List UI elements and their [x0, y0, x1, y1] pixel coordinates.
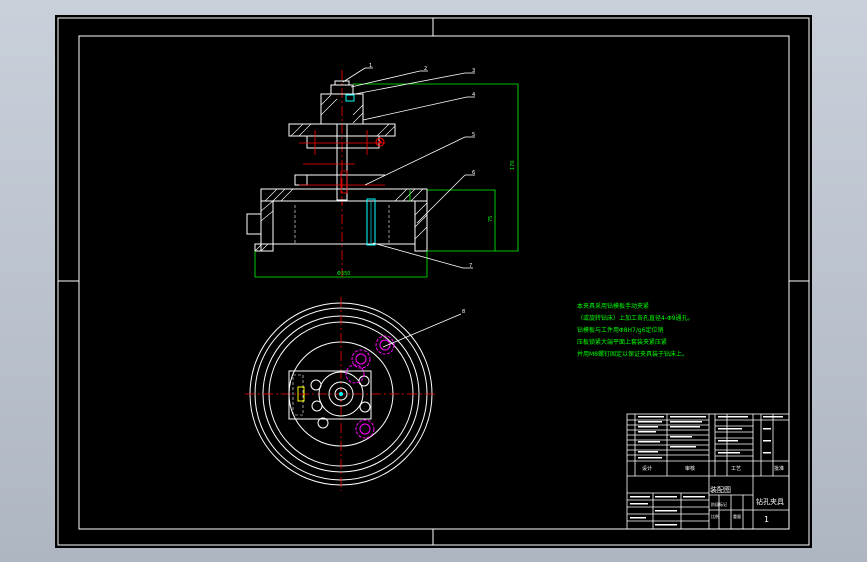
role-design: 设计 — [642, 465, 652, 472]
note-4: 压板锁紧大端平面上套装夹紧压紧 — [577, 338, 667, 346]
leader-8 — [382, 313, 462, 348]
title-block-text: 装配图 钻孔夹具 1 设计 审核 工艺 批准 阶段标记 比例 重量 — [642, 465, 784, 524]
centering-marks — [58, 18, 809, 545]
bushing-insert — [345, 94, 355, 102]
top-view — [245, 297, 462, 491]
screw-center — [378, 140, 382, 144]
plate-hatch — [290, 123, 396, 137]
front-section-view: 170 75 Φ350 1 2 3 4 5 6 7 8 — [246, 63, 519, 315]
note-5: 并用M8螺钉固定以保证夹具装于钻床上。 — [577, 350, 688, 358]
role-review: 审核 — [685, 465, 695, 472]
dimension-lines — [254, 83, 519, 278]
balloon-8: 8 — [462, 309, 465, 315]
note-1: 本夹具采用钻模板手动夹紧 — [577, 302, 649, 310]
note-2: （或旋转钻床）上加工各孔直径4-Φ9通孔。 — [577, 314, 694, 322]
dim-height-total: 170 — [510, 160, 516, 170]
scale-label: 比例 — [711, 513, 719, 519]
balloon-4: 4 — [472, 92, 475, 98]
role-approve: 批准 — [774, 465, 784, 472]
cad-viewport[interactable]: 170 75 Φ350 1 2 3 4 5 6 7 8 本夹具采用钻模板手动夹紧… — [55, 15, 812, 548]
outer-border — [57, 17, 810, 546]
balloon-7: 7 — [469, 263, 472, 269]
assembly-drawing: 170 75 Φ350 1 2 3 4 5 6 7 8 本夹具采用钻模板手动夹紧… — [57, 17, 810, 546]
sheet-number: 1 — [764, 515, 769, 524]
base-hatch — [254, 188, 428, 252]
note-3: 钻模板与工件用Φ8H7/g6定位销 — [577, 326, 664, 334]
balloon-3: 3 — [472, 68, 475, 74]
dim-base-width: Φ350 — [337, 271, 350, 277]
balloon-6: 6 — [472, 170, 475, 176]
weight-label: 重量 — [733, 513, 741, 519]
stage-label: 阶段标记 — [711, 501, 727, 507]
role-process: 工艺 — [731, 466, 741, 472]
drawing-name: 钻孔夹具 — [756, 497, 784, 506]
dim-body-height: 75 — [488, 216, 494, 222]
balloon-1: 1 — [369, 63, 372, 69]
hub-center — [339, 392, 343, 396]
clamp-plate-outline — [288, 370, 372, 420]
technical-notes: 本夹具采用钻模板手动夹紧 （或旋转钻床）上加工各孔直径4-Φ9通孔。 钻模板与工… — [577, 302, 694, 358]
balloon-2: 2 — [424, 66, 427, 72]
view-name: 装配图 — [710, 485, 731, 494]
balloon-5: 5 — [472, 132, 475, 138]
